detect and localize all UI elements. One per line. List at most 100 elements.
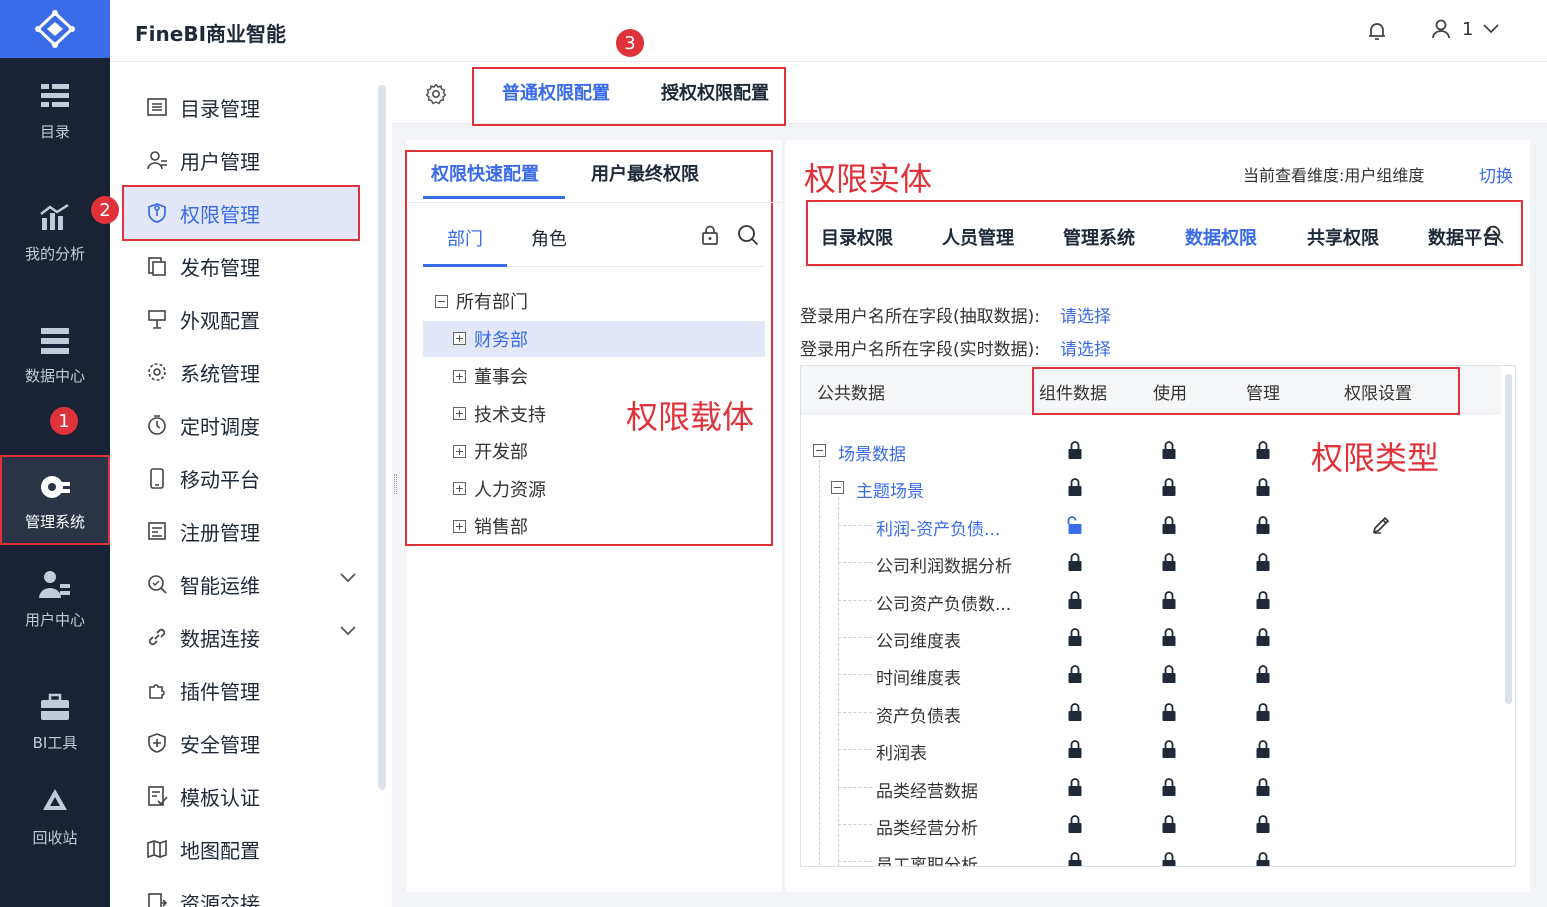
- lock-icon[interactable]: [1067, 814, 1083, 834]
- lock-icon[interactable]: [1255, 664, 1271, 684]
- sidebar-item-mobile[interactable]: 移动平台: [124, 452, 358, 504]
- tab-quick-config[interactable]: 权限快速配置: [431, 160, 539, 186]
- lock-icon[interactable]: [1255, 739, 1271, 759]
- sidebar-item-ops[interactable]: 智能运维: [124, 558, 358, 610]
- tab-final-permission[interactable]: 用户最终权限: [591, 160, 699, 186]
- search-icon[interactable]: [1485, 225, 1505, 245]
- sidebar-item-register[interactable]: 注册管理: [124, 505, 358, 557]
- lock-icon[interactable]: [1067, 664, 1083, 684]
- lock-icon[interactable]: [1255, 477, 1271, 497]
- lock-icon[interactable]: [1067, 627, 1083, 647]
- lock-icon[interactable]: [1255, 627, 1271, 647]
- perm-tab[interactable]: 共享权限: [1307, 224, 1379, 250]
- collapse-icon[interactable]: −: [831, 481, 844, 495]
- tree-node[interactable]: + 销售部: [423, 508, 765, 544]
- select-link[interactable]: 请选择: [1060, 307, 1111, 327]
- edit-icon[interactable]: [1371, 515, 1391, 535]
- collapse-icon[interactable]: −: [813, 444, 826, 457]
- table-row[interactable]: 时间维度表: [801, 656, 1501, 693]
- lock-icon[interactable]: [1255, 440, 1271, 460]
- search-icon[interactable]: [737, 224, 759, 246]
- perm-tab[interactable]: 管理系统: [1063, 224, 1135, 250]
- tab-grant-permission[interactable]: 授权权限配置: [661, 79, 769, 105]
- lock-icon[interactable]: [1161, 590, 1177, 610]
- user-menu[interactable]: 1: [1430, 18, 1500, 40]
- rail-item-user-center[interactable]: 用户中心: [0, 552, 110, 644]
- lock-icon[interactable]: [1067, 851, 1083, 867]
- lock-icon[interactable]: [1255, 777, 1271, 797]
- tree-node[interactable]: − 所有部门: [423, 283, 765, 319]
- sidebar-item-resource[interactable]: 资源交接: [124, 876, 358, 907]
- tree-node[interactable]: + 财务部: [423, 320, 765, 357]
- lock-icon[interactable]: [1255, 552, 1271, 572]
- rail-item-toolbox[interactable]: BI工具: [0, 675, 110, 767]
- table-row[interactable]: 利润表: [801, 731, 1501, 768]
- table-row[interactable]: 品类经营数据: [801, 769, 1501, 806]
- tab-normal-permission[interactable]: 普通权限配置: [502, 79, 610, 105]
- lock-icon[interactable]: [1161, 814, 1177, 834]
- lock-icon[interactable]: [1067, 477, 1083, 497]
- expand-icon[interactable]: +: [453, 482, 466, 495]
- lock-icon[interactable]: [1161, 664, 1177, 684]
- lock-icon[interactable]: [1067, 739, 1083, 759]
- table-row[interactable]: 公司利润数据分析: [801, 544, 1501, 581]
- lock-icon[interactable]: [1161, 739, 1177, 759]
- lock-icon[interactable]: [1161, 440, 1177, 460]
- lock-icon[interactable]: [1255, 814, 1271, 834]
- sidebar-item-map[interactable]: 地图配置: [124, 823, 358, 875]
- expand-icon[interactable]: +: [453, 444, 466, 458]
- sidebar-item-user[interactable]: 用户管理: [124, 134, 358, 186]
- lock-icon[interactable]: [1161, 477, 1177, 497]
- sidebar-item-template[interactable]: 模板认证: [124, 770, 358, 822]
- lock-icon[interactable]: [1161, 515, 1177, 535]
- logo[interactable]: [0, 0, 110, 58]
- table-scrollbar[interactable]: [1505, 374, 1512, 704]
- tree-node[interactable]: + 董事会: [423, 358, 765, 394]
- gear-icon[interactable]: [425, 83, 447, 105]
- subtab-dept[interactable]: 部门: [447, 225, 483, 251]
- switch-link[interactable]: 切换: [1479, 162, 1513, 187]
- lock-icon[interactable]: [701, 225, 719, 245]
- lock-icon[interactable]: [1161, 627, 1177, 647]
- sidebar-item-publish[interactable]: 发布管理: [124, 240, 358, 292]
- lock-icon[interactable]: [1161, 777, 1177, 797]
- perm-tab[interactable]: 数据权限: [1185, 224, 1257, 250]
- lock-icon[interactable]: [1067, 702, 1083, 722]
- lock-icon[interactable]: [1161, 851, 1177, 867]
- sidebar-item-list[interactable]: 目录管理: [124, 81, 358, 133]
- lock-icon[interactable]: [1161, 702, 1177, 722]
- rail-item-recycle[interactable]: 回收站: [0, 770, 110, 862]
- sidebar-item-gear[interactable]: 系统管理: [124, 346, 358, 398]
- sidebar-item-timer[interactable]: 定时调度: [124, 399, 358, 451]
- sidebar-item-shield[interactable]: 权限管理: [122, 185, 360, 241]
- sidebar-scrollbar[interactable]: [378, 85, 386, 790]
- expand-icon[interactable]: +: [453, 407, 466, 420]
- table-row[interactable]: 资产负债表: [801, 694, 1501, 731]
- lock-icon[interactable]: [1161, 552, 1177, 572]
- rail-item-management[interactable]: 管理系统: [0, 455, 110, 545]
- tree-node[interactable]: + 开发部: [423, 433, 765, 469]
- lock-icon[interactable]: [1067, 777, 1083, 797]
- lock-icon[interactable]: [1255, 702, 1271, 722]
- expand-icon[interactable]: +: [453, 369, 466, 383]
- splitter-handle[interactable]: [394, 474, 397, 494]
- sidebar-item-plugin[interactable]: 插件管理: [124, 664, 358, 716]
- expand-icon[interactable]: +: [453, 332, 466, 345]
- select-link[interactable]: 请选择: [1060, 340, 1111, 360]
- tree-node[interactable]: + 人力资源: [423, 471, 765, 507]
- expand-icon[interactable]: +: [453, 519, 466, 533]
- table-row[interactable]: 公司维度表: [801, 619, 1501, 656]
- lock-icon[interactable]: [1067, 552, 1083, 572]
- sidebar-item-security[interactable]: 安全管理: [124, 717, 358, 769]
- table-row[interactable]: 利润-资产负债...: [801, 507, 1501, 544]
- unlock-icon[interactable]: [1067, 515, 1083, 535]
- sidebar-item-link[interactable]: 数据连接: [124, 611, 358, 663]
- sidebar-item-appearance[interactable]: 外观配置: [124, 293, 358, 345]
- lock-icon[interactable]: [1067, 590, 1083, 610]
- rail-item-catalog[interactable]: 目录: [0, 64, 110, 156]
- bell-icon[interactable]: [1365, 19, 1389, 43]
- table-row[interactable]: 公司资产负债数...: [801, 582, 1501, 619]
- table-row[interactable]: 员工离职分析: [801, 843, 1501, 867]
- lock-icon[interactable]: [1255, 515, 1271, 535]
- subtab-role[interactable]: 角色: [531, 225, 567, 251]
